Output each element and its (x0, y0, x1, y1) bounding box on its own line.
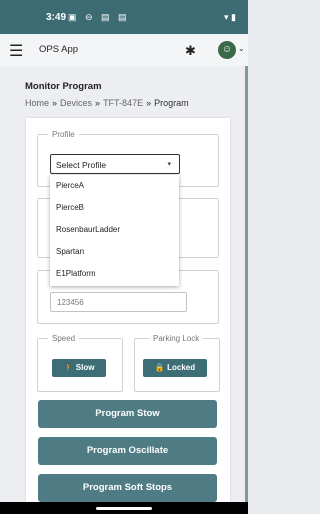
app-title: OPS App (39, 44, 79, 55)
program-soft-stops-button[interactable]: Program Soft Stops (38, 474, 217, 502)
scroll-edge (245, 66, 248, 502)
profile-option[interactable]: PierceB (50, 197, 179, 219)
slow-button-label: Slow (75, 363, 95, 372)
chevron-down-icon[interactable]: ⌄ (238, 44, 245, 53)
notification-icons: ▣ ⊖ ▤ ▤ (68, 12, 130, 22)
breadcrumb-separator: » (146, 98, 152, 108)
profile-option[interactable]: PierceA (50, 175, 179, 197)
bluetooth-icon[interactable]: ✱ (185, 43, 196, 59)
profile-legend: Profile (52, 130, 75, 139)
speed-legend: Speed (52, 334, 76, 343)
profile-dropdown: PierceA PierceB RosenbaurLadder Spartan … (50, 175, 179, 286)
breadcrumb: Home» Devices» TFT-847E» Program (25, 98, 189, 108)
profile-select[interactable]: Select Profile ▾ (50, 154, 180, 174)
battery-wifi-icons: ▾ ▮ (224, 12, 236, 22)
breadcrumb-separator: » (95, 98, 101, 108)
status-bar: 3:49 ▣ ⊖ ▤ ▤ ▾ ▮ (0, 0, 248, 34)
slow-button[interactable]: 🚶 Slow (52, 359, 106, 377)
breadcrumb-separator: » (52, 98, 58, 108)
profile-option[interactable]: Spartan (50, 241, 179, 263)
profile-option[interactable]: E1Platform (50, 263, 179, 285)
avatar[interactable]: ☺ (218, 41, 236, 59)
walk-icon: 🚶 (63, 363, 74, 372)
profile-select-value: Select Profile (56, 160, 107, 170)
system-nav-bar (0, 502, 248, 514)
menu-icon[interactable]: ☰ (9, 41, 23, 61)
breadcrumb-current: Program (154, 98, 189, 108)
home-gesture-handle[interactable] (96, 507, 152, 510)
locked-button-label: Locked (167, 363, 196, 372)
program-stow-button[interactable]: Program Stow (38, 400, 217, 428)
locked-button[interactable]: 🔒 Locked (143, 359, 207, 377)
chevron-down-icon: ▾ (167, 161, 171, 168)
parking-legend: Parking Lock (153, 334, 200, 343)
breadcrumb-device[interactable]: TFT-847E (103, 98, 143, 108)
breadcrumb-home[interactable]: Home (25, 98, 49, 108)
profile-option[interactable]: RosenbaurLadder (50, 219, 179, 241)
status-time: 3:49 (46, 12, 67, 23)
lock-icon: 🔒 (154, 363, 165, 372)
app-bar: ☰ OPS App ✱ ☺ ⌄ (0, 34, 248, 67)
program-oscillate-button[interactable]: Program Oscillate (38, 437, 217, 465)
code-field[interactable]: 123456 (50, 292, 187, 312)
page-title: Monitor Program (25, 81, 102, 92)
breadcrumb-devices[interactable]: Devices (60, 98, 92, 108)
